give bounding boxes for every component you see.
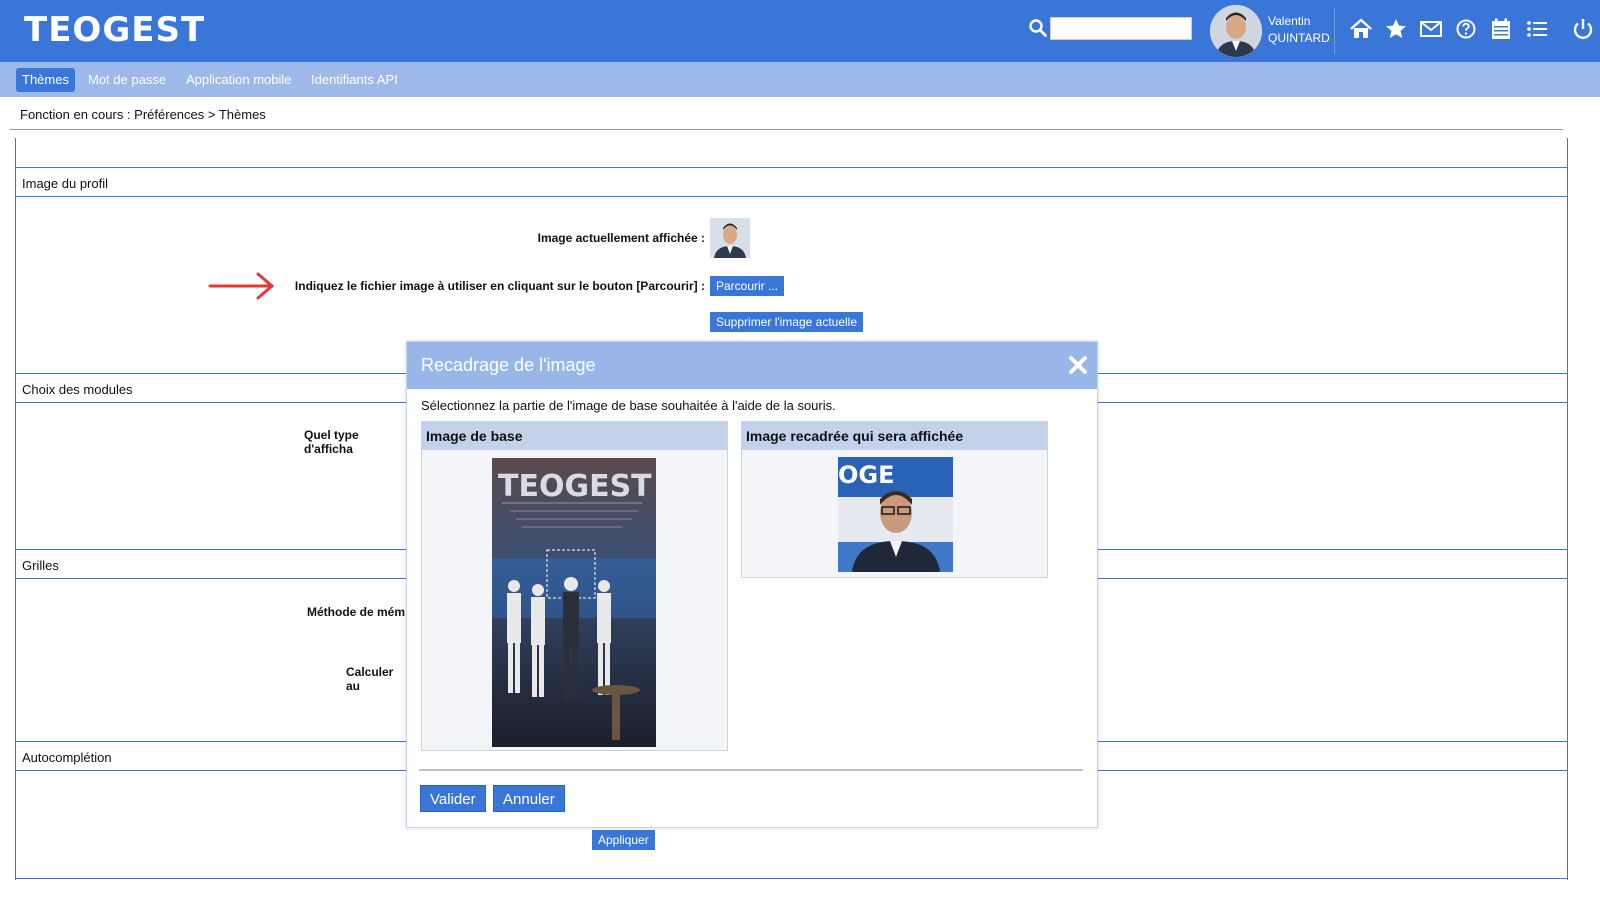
delete-image-button[interactable]: Supprimer l'image actuelle bbox=[710, 312, 864, 332]
base-image-panel: Image de base TEOGEST bbox=[421, 421, 728, 751]
cropped-image-title: Image recadrée qui sera affichée bbox=[742, 422, 1047, 450]
section-title-autocomplete: Autocomplétion bbox=[22, 750, 112, 765]
mail-icon[interactable] bbox=[1419, 17, 1443, 41]
help-icon[interactable] bbox=[1454, 17, 1478, 41]
svg-text:TEOGEST: TEOGEST bbox=[498, 469, 652, 504]
tab-api-credentials[interactable]: Identifiants API bbox=[305, 68, 404, 92]
section-divider bbox=[15, 167, 1568, 168]
crop-instruction: Sélectionnez la partie de l'image de bas… bbox=[421, 398, 836, 413]
user-last-name: QUINTARD bbox=[1268, 31, 1330, 45]
section-title-modules: Choix des modules bbox=[22, 382, 133, 397]
header-separator bbox=[1334, 8, 1335, 54]
tab-password[interactable]: Mot de passe bbox=[82, 68, 172, 92]
current-profile-image bbox=[710, 218, 750, 258]
base-photo-icon[interactable]: TEOGEST bbox=[492, 458, 656, 747]
base-image-title: Image de base bbox=[422, 422, 727, 450]
section-title-profile: Image du profil bbox=[22, 176, 108, 191]
memo-method-label: Méthode de mém bbox=[307, 605, 406, 619]
svg-text:OGE: OGE bbox=[838, 461, 895, 489]
close-icon[interactable] bbox=[1067, 354, 1089, 376]
search-input[interactable] bbox=[1050, 17, 1192, 40]
breadcrumb-divider bbox=[10, 129, 1563, 130]
star-icon[interactable] bbox=[1384, 17, 1408, 41]
sub-navigation: Thèmes Mot de passe Application mobile I… bbox=[0, 62, 1600, 97]
section-divider bbox=[15, 878, 1568, 879]
cancel-button[interactable]: Annuler bbox=[493, 785, 565, 812]
tab-themes[interactable]: Thèmes bbox=[16, 68, 75, 92]
profile-photo-icon bbox=[710, 218, 750, 258]
section-divider bbox=[15, 196, 1568, 197]
user-first-name: Valentin bbox=[1268, 14, 1311, 28]
user-name[interactable]: Valentin QUINTARD bbox=[1268, 13, 1330, 47]
user-photo-icon bbox=[1210, 5, 1262, 57]
breadcrumb: Fonction en cours : Préférences > Thèmes bbox=[20, 107, 266, 122]
browse-button[interactable]: Parcourir ... bbox=[710, 276, 785, 296]
cropped-image-panel: Image recadrée qui sera affichée OGE bbox=[741, 421, 1048, 578]
section-title-grids: Grilles bbox=[22, 558, 59, 573]
top-bar: TEOGEST Valentin QUINTARD bbox=[0, 0, 1600, 62]
dialog-header[interactable]: Recadrage de l'image bbox=[407, 342, 1097, 389]
list-icon[interactable] bbox=[1525, 17, 1549, 41]
crop-image-dialog: Recadrage de l'image Sélectionnez la par… bbox=[406, 341, 1098, 828]
file-select-label: Indiquez le fichier image à utiliser en … bbox=[294, 279, 705, 293]
user-avatar[interactable] bbox=[1210, 5, 1262, 57]
validate-button[interactable]: Valider bbox=[420, 785, 486, 812]
apply-button[interactable]: Appliquer bbox=[592, 830, 655, 850]
calendar-icon[interactable] bbox=[1489, 17, 1513, 41]
home-icon[interactable] bbox=[1349, 17, 1373, 41]
calculate-label: Calculer au bbox=[346, 665, 394, 693]
current-image-label: Image actuellement affichée : bbox=[537, 231, 705, 245]
search-icon[interactable] bbox=[1028, 18, 1048, 38]
tab-mobile-app[interactable]: Application mobile bbox=[180, 68, 298, 92]
display-type-label: Quel type d'afficha bbox=[304, 428, 359, 456]
power-icon[interactable] bbox=[1571, 17, 1595, 41]
red-arrow-icon bbox=[208, 272, 274, 300]
dialog-footer-divider bbox=[419, 769, 1083, 771]
app-logo[interactable]: TEOGEST bbox=[24, 10, 205, 50]
cropped-photo-icon: OGE bbox=[838, 457, 953, 572]
dialog-title: Recadrage de l'image bbox=[421, 355, 596, 375]
